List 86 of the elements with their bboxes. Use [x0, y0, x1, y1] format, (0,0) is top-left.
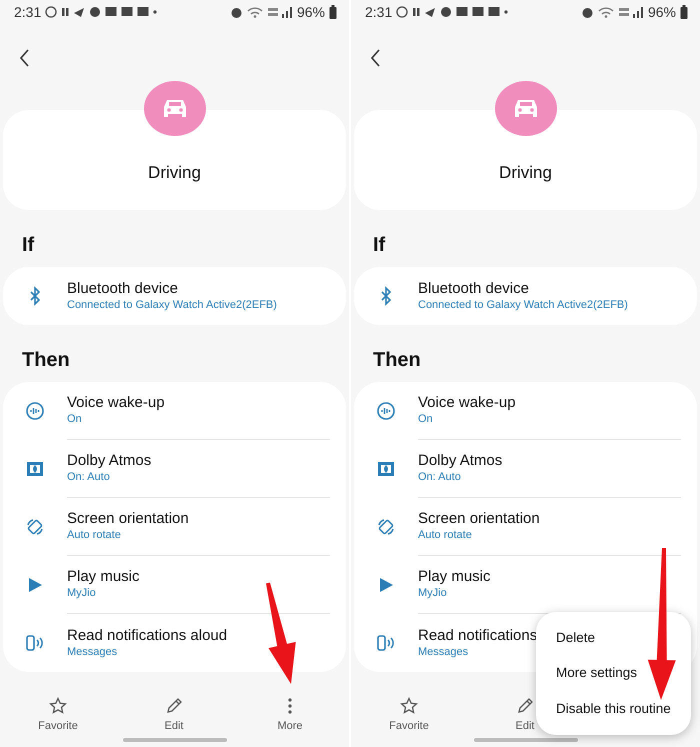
- pause-icon: [61, 6, 70, 18]
- condition-card[interactable]: Bluetooth device Connected to Galaxy Watch Active2(2EFB): [3, 266, 346, 325]
- voice-icon: [25, 400, 45, 421]
- dolby-icon: [26, 460, 44, 477]
- item-title: Voice wake-up: [67, 393, 165, 412]
- toolbar-button[interactable]: Edit: [116, 696, 232, 736]
- item-subtitle: Messages: [67, 644, 118, 660]
- message-icon: [105, 6, 118, 18]
- message-icon: [488, 6, 500, 18]
- menu-item[interactable]: Disable this routine: [536, 693, 691, 726]
- battery-icon: [680, 5, 688, 20]
- star-icon: [400, 696, 418, 715]
- item-title: Bluetooth device: [67, 278, 178, 298]
- status-time: 2:31: [14, 2, 42, 22]
- toolbar-button[interactable]: Favorite: [0, 696, 116, 736]
- menu-item[interactable]: Delete: [536, 622, 691, 654]
- toolbar-button[interactable]: More: [232, 696, 348, 736]
- item-subtitle: On: [418, 412, 433, 428]
- item-title: Dolby Atmos: [418, 451, 502, 470]
- item-title: Bluetooth device: [418, 278, 529, 298]
- section-heading: If: [373, 234, 386, 256]
- item-subtitle: Auto rotate: [67, 528, 121, 544]
- rotate-icon: [25, 516, 45, 537]
- condition-card[interactable]: Bluetooth device Connected to Galaxy Watch Active2(2EFB): [354, 266, 697, 325]
- phone-sound-icon: [376, 632, 396, 653]
- item-subtitle: MyJio: [67, 586, 96, 602]
- message-icon: [121, 6, 134, 18]
- item-title: Read notifications aloud: [67, 626, 228, 645]
- phone-sound-icon: [25, 632, 45, 653]
- circle-icon: [45, 6, 58, 18]
- play-icon: [378, 576, 394, 594]
- star-icon: [49, 696, 67, 715]
- item-title: Play music: [67, 567, 140, 586]
- item-title: Dolby Atmos: [67, 451, 152, 470]
- rotate-icon: [376, 516, 396, 537]
- item-title: Screen orientation: [418, 509, 540, 528]
- battery-percent: 96%: [648, 2, 676, 22]
- more-icon: [287, 696, 293, 715]
- more-notifications-icon: [504, 10, 508, 14]
- wifi-icon: [246, 6, 263, 18]
- item-subtitle: Connected to Galaxy Watch Active2(2EFB): [418, 298, 628, 313]
- more-notifications-icon: [153, 10, 158, 14]
- section-heading: If: [22, 234, 34, 256]
- send-icon: [73, 6, 86, 18]
- back-icon: [371, 48, 381, 67]
- dot-icon: [89, 6, 102, 18]
- signal-icon: [618, 6, 644, 18]
- play-icon: [27, 576, 43, 594]
- message-icon: [456, 6, 468, 18]
- item-subtitle: On: Auto: [418, 470, 461, 486]
- routine-title: Driving: [148, 162, 201, 184]
- pause-icon: [412, 6, 420, 18]
- alarm-icon: [230, 6, 243, 19]
- item-subtitle: Connected to Galaxy Watch Active2(2EFB): [67, 298, 277, 313]
- pencil-icon: [165, 696, 183, 715]
- item-subtitle: On: [67, 412, 82, 428]
- section-heading: Then: [22, 348, 70, 371]
- dolby-icon: [377, 460, 395, 477]
- item-title: Screen orientation: [67, 509, 189, 528]
- back-button[interactable]: [20, 48, 30, 67]
- circle-icon: [396, 6, 408, 18]
- menu-item[interactable]: More settings: [536, 658, 691, 690]
- item-subtitle: On: Auto: [67, 470, 110, 486]
- toolbar-button[interactable]: Favorite: [351, 696, 467, 736]
- voice-icon: [376, 400, 396, 421]
- item-subtitle: Auto rotate: [418, 528, 472, 544]
- message-icon: [137, 6, 150, 18]
- alarm-icon: [580, 6, 594, 19]
- battery-percent: 96%: [296, 2, 325, 22]
- battery-icon: [329, 5, 337, 20]
- wifi-icon: [598, 6, 614, 18]
- status-time: 2:31: [365, 2, 392, 22]
- send-icon: [424, 6, 436, 18]
- item-title: Read notifications: [418, 626, 538, 645]
- dot-icon: [440, 6, 452, 18]
- message-icon: [472, 6, 484, 18]
- item-title: Play music: [418, 567, 491, 586]
- back-icon: [20, 48, 30, 67]
- item-subtitle: MyJio: [418, 586, 447, 602]
- back-button[interactable]: [371, 48, 381, 67]
- section-heading: Then: [373, 348, 421, 371]
- pencil-icon: [516, 696, 534, 715]
- routine-title: Driving: [499, 162, 552, 184]
- item-title: Voice wake-up: [418, 393, 516, 412]
- item-subtitle: Messages: [418, 644, 468, 660]
- signal-icon: [266, 6, 293, 18]
